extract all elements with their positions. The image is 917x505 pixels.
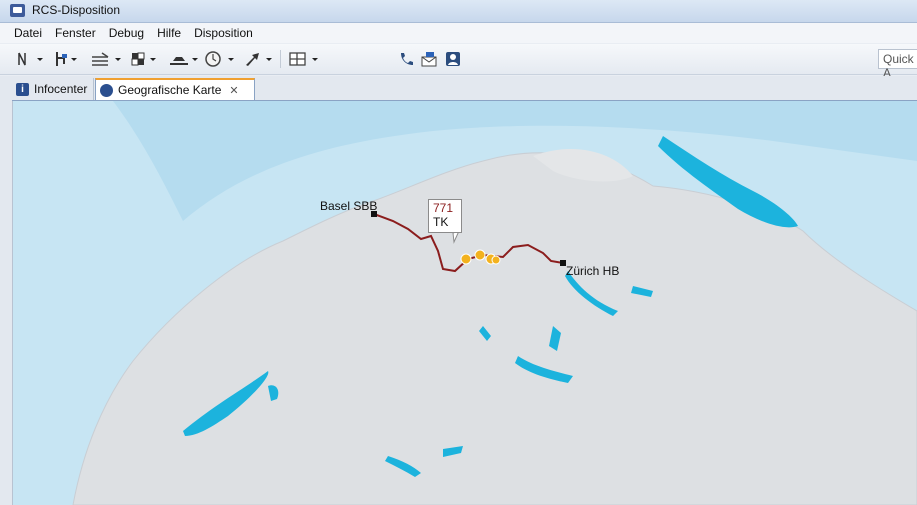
lines-icon bbox=[92, 52, 121, 66]
train-number: 771 bbox=[433, 201, 454, 215]
menu-datei[interactable]: Datei bbox=[14, 26, 42, 40]
message-button[interactable] bbox=[420, 50, 440, 68]
train-position-icon[interactable] bbox=[460, 253, 472, 265]
tab-geografische-karte[interactable]: Geografische Karte ✕ bbox=[95, 78, 255, 100]
toolbar bbox=[0, 44, 917, 75]
layout-tool-button[interactable] bbox=[288, 50, 322, 68]
message-icon bbox=[421, 52, 437, 67]
layout-icon bbox=[289, 52, 318, 66]
tab-infocenter[interactable]: i Infocenter bbox=[12, 78, 94, 100]
station-label-basel: Basel SBB bbox=[320, 199, 378, 213]
left-panel-strip bbox=[0, 76, 13, 505]
route-icon bbox=[18, 52, 43, 66]
branch-tool-button[interactable] bbox=[52, 50, 80, 68]
branch-icon bbox=[56, 52, 77, 66]
title-bar: RCS-Disposition bbox=[0, 0, 917, 23]
editor-tab-bar: i Infocenter Geografische Karte ✕ bbox=[12, 76, 917, 101]
menu-disposition[interactable]: Disposition bbox=[194, 26, 253, 40]
clock-tool-button[interactable] bbox=[204, 50, 236, 68]
station-label-zurich: Zürich HB bbox=[566, 264, 620, 278]
toolbar-separator bbox=[280, 50, 281, 68]
grid-tool-button[interactable] bbox=[130, 50, 160, 68]
platform-icon bbox=[170, 57, 198, 65]
window-title: RCS-Disposition bbox=[32, 3, 121, 17]
info-icon: i bbox=[16, 82, 29, 96]
contacts-button[interactable] bbox=[444, 50, 462, 68]
menu-bar: Datei Fenster Debug Hilfe Disposition bbox=[0, 23, 917, 43]
app-icon bbox=[10, 4, 25, 17]
quick-access-input[interactable]: Quick A bbox=[878, 49, 917, 80]
menu-fenster[interactable]: Fenster bbox=[55, 26, 96, 40]
menu-debug[interactable]: Debug bbox=[109, 26, 144, 40]
phone-button[interactable] bbox=[398, 50, 416, 68]
tab-infocenter-label: Infocenter bbox=[34, 82, 88, 96]
menu-hilfe[interactable]: Hilfe bbox=[157, 26, 181, 40]
map-icon bbox=[100, 83, 113, 97]
train-position-icon[interactable] bbox=[491, 255, 501, 265]
map-view[interactable]: Basel SBB Zürich HB bbox=[13, 101, 917, 505]
clock-icon bbox=[205, 51, 234, 67]
arrow-icon bbox=[246, 53, 272, 66]
platform-tool-button[interactable] bbox=[168, 50, 200, 68]
arrow-tool-button[interactable] bbox=[242, 50, 274, 68]
contact-card-icon bbox=[446, 52, 460, 66]
train-callout[interactable]: 771 TK bbox=[428, 199, 462, 233]
phone-icon bbox=[401, 53, 413, 65]
close-tab-icon[interactable]: ✕ bbox=[229, 84, 238, 97]
train-position-icon[interactable] bbox=[474, 249, 486, 261]
tab-map-label: Geografische Karte bbox=[118, 83, 222, 97]
train-code: TK bbox=[433, 215, 449, 229]
lines-tool-button[interactable] bbox=[90, 50, 124, 68]
map-canvas bbox=[13, 101, 917, 505]
checker-icon bbox=[131, 52, 156, 66]
route-tool-button[interactable] bbox=[16, 50, 44, 68]
